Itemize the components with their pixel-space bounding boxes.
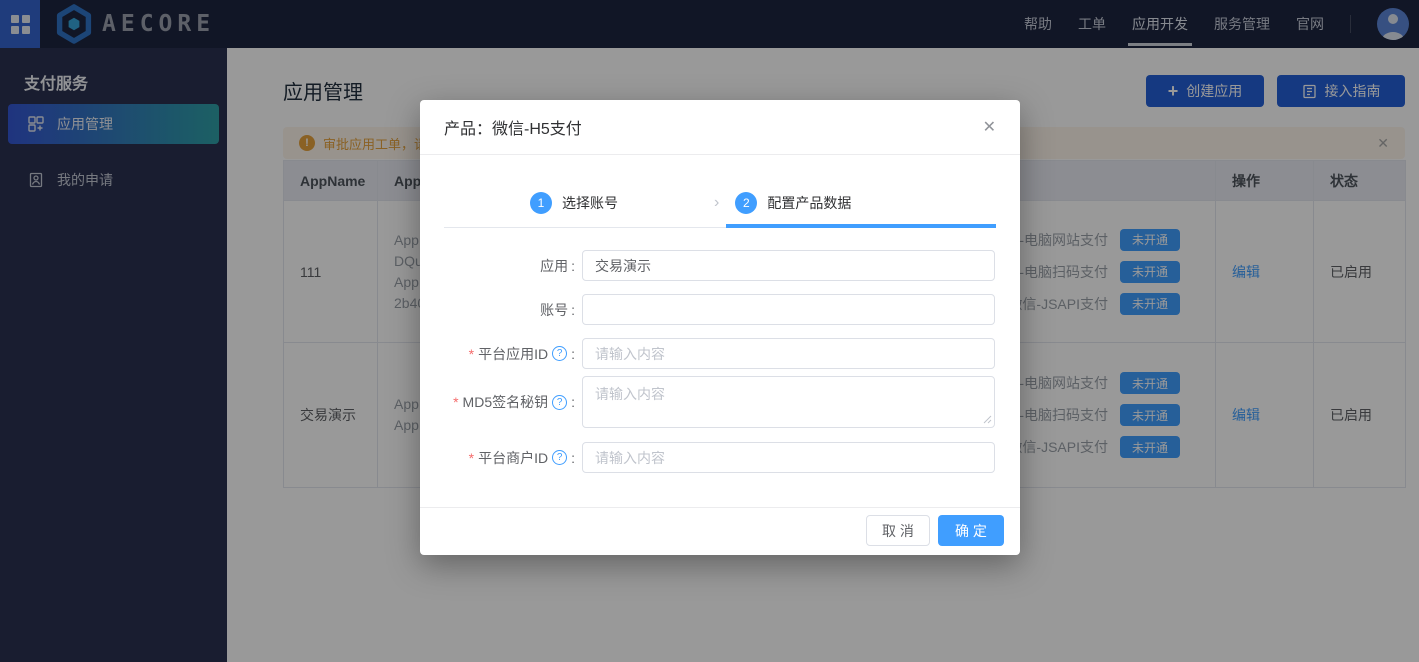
form-row-md5-key: * MD5签名秘钥 ? : — [444, 376, 995, 428]
question-circle-icon[interactable]: ? — [552, 395, 567, 410]
question-circle-icon[interactable]: ? — [552, 450, 567, 465]
field-label: * 平台商户ID ? : — [444, 442, 575, 473]
account-field[interactable] — [582, 294, 995, 325]
platform-app-id-field[interactable] — [582, 338, 995, 369]
close-icon[interactable]: ✕ — [983, 117, 996, 137]
field-label: * 平台应用ID ? : — [444, 338, 575, 369]
form-row-account: 账号: — [444, 294, 995, 325]
resize-handle-icon — [983, 415, 992, 424]
form-row-app: 应用: — [444, 250, 995, 281]
wizard-steps: 1 选择账号 › 2 配置产品数据 — [420, 192, 1020, 214]
md5-key-field[interactable] — [582, 376, 995, 428]
required-mark: * — [469, 450, 474, 466]
step-1-circle[interactable]: 1 — [530, 192, 552, 214]
footer-divider — [420, 507, 1020, 508]
field-label: 应用: — [444, 250, 575, 281]
required-mark: * — [469, 346, 474, 362]
product-config-modal: 产品：微信-H5支付 ✕ 1 选择账号 › 2 配置产品数据 应用: 账号: — [420, 100, 1020, 555]
chevron-right-icon: › — [714, 194, 719, 212]
app-root: AECORE 帮助 工单 应用开发 服务管理 官网 支付服务 应用管理 — [0, 0, 1419, 662]
app-field[interactable] — [582, 250, 995, 281]
step-2-label[interactable]: 配置产品数据 — [767, 193, 851, 213]
field-label: * MD5签名秘钥 ? : — [444, 376, 575, 428]
confirm-button[interactable]: 确 定 — [938, 515, 1004, 546]
cancel-button[interactable]: 取 消 — [866, 515, 930, 546]
form-row-platform-app-id: * 平台应用ID ? : — [444, 338, 995, 369]
platform-merchant-id-field[interactable] — [582, 442, 995, 473]
steps-active-bar — [726, 224, 996, 228]
question-circle-icon[interactable]: ? — [552, 346, 567, 361]
field-label: 账号: — [444, 294, 575, 325]
step-1-label[interactable]: 选择账号 — [562, 193, 618, 213]
required-mark: * — [453, 394, 458, 410]
form-row-platform-merchant-id: * 平台商户ID ? : — [444, 442, 995, 473]
modal-header: 产品：微信-H5支付 ✕ — [420, 100, 1020, 155]
modal-title: 产品：微信-H5支付 — [444, 115, 582, 139]
step-2-circle[interactable]: 2 — [735, 192, 757, 214]
